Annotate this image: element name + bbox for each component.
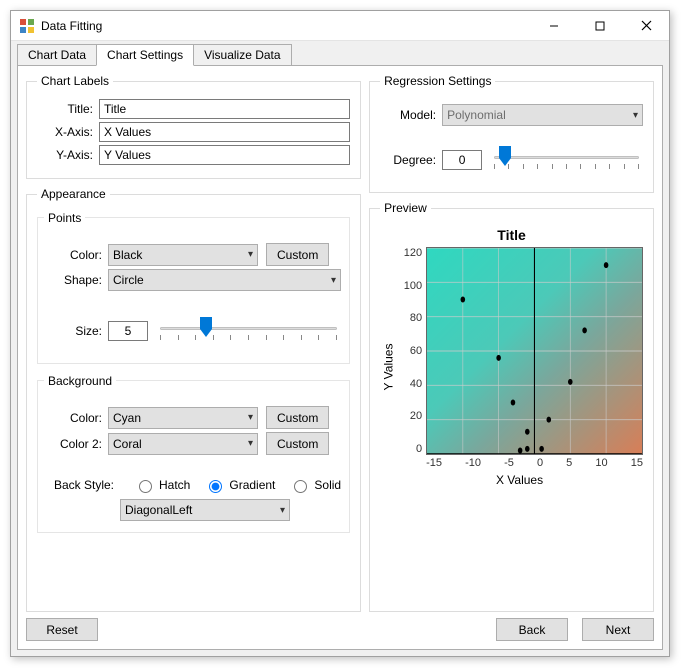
chart-xticks: -15 -10 -5 0 5 10 15 <box>426 455 643 469</box>
radio-hatch[interactable]: Hatch <box>134 477 190 493</box>
reset-button[interactable]: Reset <box>26 618 98 641</box>
chart-yticks: 120 100 80 60 40 20 0 <box>396 247 426 455</box>
window-title: Data Fitting <box>41 19 531 33</box>
group-preview: Preview Title Y Values 120 100 <box>369 201 654 612</box>
input-yaxis[interactable] <box>99 145 350 165</box>
chart-preview: Title Y Values 120 100 80 <box>380 223 643 601</box>
tab-strip: Chart Data Chart Settings Visualize Data <box>17 43 663 65</box>
next-button[interactable]: Next <box>582 618 654 641</box>
app-icon <box>19 18 35 34</box>
label-bg-color2: Color 2: <box>46 437 102 451</box>
legend-points: Points <box>44 211 85 225</box>
tab-chart-data[interactable]: Chart Data <box>17 44 97 66</box>
chevron-down-icon: ▾ <box>248 249 253 260</box>
label-point-size: Size: <box>46 324 102 338</box>
chevron-down-icon: ▾ <box>633 110 638 121</box>
chart-ylabel: Y Values <box>380 247 396 487</box>
combo-bg-color[interactable]: Cyan▾ <box>108 407 258 429</box>
value-degree: 0 <box>442 150 482 170</box>
group-appearance: Appearance Points Color: Black▾ Custom <box>26 187 361 612</box>
app-window: Data Fitting Chart Data Chart Settings V… <box>10 10 670 657</box>
chart-title: Title <box>380 227 643 243</box>
legend-preview: Preview <box>380 201 431 215</box>
chevron-down-icon: ▾ <box>248 412 253 423</box>
slider-degree[interactable] <box>490 146 643 174</box>
combo-bg-color2[interactable]: Coral▾ <box>108 433 258 455</box>
value-point-size: 5 <box>108 321 148 341</box>
chevron-down-icon: ▾ <box>248 438 253 449</box>
button-point-color-custom[interactable]: Custom <box>266 243 329 266</box>
label-yaxis: Y-Axis: <box>37 148 93 162</box>
chevron-down-icon: ▾ <box>331 275 336 286</box>
label-title: Title: <box>37 102 93 116</box>
radio-solid[interactable]: Solid <box>289 477 341 493</box>
label-point-color: Color: <box>46 248 102 262</box>
combo-model[interactable]: Polynomial▾ <box>442 104 643 126</box>
legend-background: Background <box>44 374 116 388</box>
minimize-button[interactable] <box>531 11 577 41</box>
combo-back-direction[interactable]: DiagonalLeft▾ <box>120 499 290 521</box>
tab-visualize-data[interactable]: Visualize Data <box>193 44 292 66</box>
label-xaxis: X-Axis: <box>37 125 93 139</box>
label-back-style: Back Style: <box>46 478 114 492</box>
footer-bar: Reset Back Next <box>26 612 654 641</box>
input-title[interactable] <box>99 99 350 119</box>
chart-xlabel: X Values <box>396 473 643 487</box>
chevron-down-icon: ▾ <box>280 505 285 516</box>
combo-point-shape[interactable]: Circle▾ <box>108 269 341 291</box>
combo-point-color[interactable]: Black▾ <box>108 244 258 266</box>
slider-point-size[interactable] <box>156 317 341 345</box>
radio-gradient[interactable]: Gradient <box>204 477 275 493</box>
label-point-shape: Shape: <box>46 273 102 287</box>
button-bg-color2-custom[interactable]: Custom <box>266 432 329 455</box>
chart-plot-area <box>426 247 643 455</box>
tab-chart-settings[interactable]: Chart Settings <box>96 44 194 66</box>
group-regression: Regression Settings Model: Polynomial▾ D… <box>369 74 654 193</box>
close-button[interactable] <box>623 11 669 41</box>
back-button[interactable]: Back <box>496 618 568 641</box>
button-bg-color-custom[interactable]: Custom <box>266 406 329 429</box>
maximize-button[interactable] <box>577 11 623 41</box>
legend-regression: Regression Settings <box>380 74 495 88</box>
label-model: Model: <box>380 108 436 122</box>
input-xaxis[interactable] <box>99 122 350 142</box>
group-chart-labels: Chart Labels Title: X-Axis: Y-Axis: <box>26 74 361 179</box>
label-bg-color: Color: <box>46 411 102 425</box>
tab-panel-chart-settings: Chart Labels Title: X-Axis: Y-Axis: <box>17 65 663 650</box>
legend-appearance: Appearance <box>37 187 110 201</box>
legend-chart-labels: Chart Labels <box>37 74 113 88</box>
titlebar: Data Fitting <box>11 11 669 41</box>
label-degree: Degree: <box>380 153 436 167</box>
